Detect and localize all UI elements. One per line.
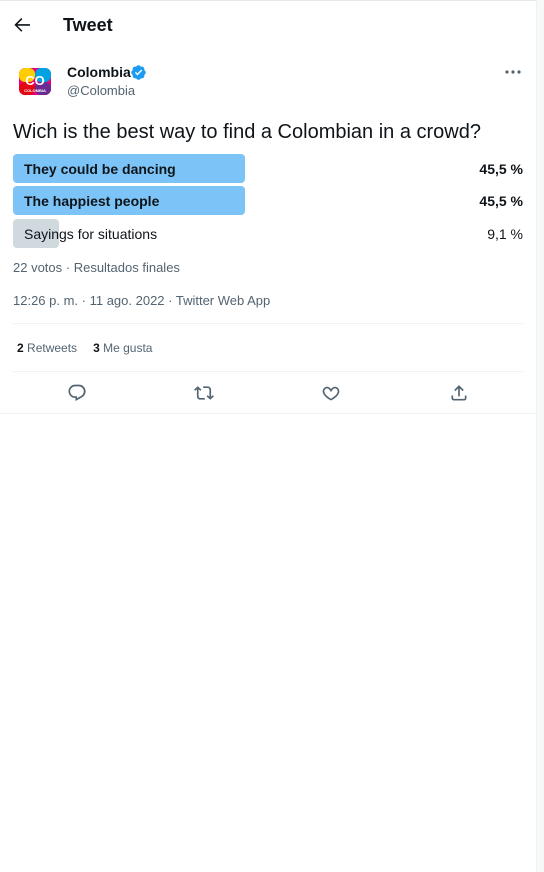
page-header: Tweet	[0, 1, 537, 51]
poll-option-percent: 45,5 %	[479, 161, 523, 177]
scroll-area	[537, 0, 544, 872]
action-bar	[13, 379, 523, 407]
reply-icon	[68, 384, 86, 401]
poll-option-percent: 45,5 %	[479, 193, 523, 209]
share-button[interactable]	[445, 379, 473, 407]
likes-link[interactable]: 3 Me gusta	[93, 341, 152, 355]
more-options-button[interactable]	[503, 63, 523, 81]
tweet-page: Tweet CO COLOMBIA Colombia @Colombia Wic…	[0, 0, 537, 872]
poll-option-label: Sayings for situations	[24, 226, 158, 242]
poll-option: Sayings for situations 9,1 %	[13, 219, 523, 248]
poll-summary: 22 votos · Resultados finales	[13, 260, 180, 275]
poll-option-percent: 9,1 %	[487, 226, 523, 242]
poll-option-label: The happiest people	[24, 193, 160, 209]
reply-button[interactable]	[63, 379, 91, 407]
avatar[interactable]: CO COLOMBIA	[14, 61, 56, 103]
colombia-logo-icon: CO COLOMBIA	[19, 68, 51, 95]
share-icon	[451, 385, 467, 401]
poll-option: They could be dancing 45,5 %	[13, 154, 523, 183]
page-title: Tweet	[63, 15, 113, 35]
retweets-label: Retweets	[27, 341, 78, 355]
like-button[interactable]	[317, 379, 345, 407]
more-dots-icon	[505, 70, 521, 74]
verified-badge-icon	[130, 64, 147, 81]
engagement-stats: 2 Retweets 3 Me gusta	[17, 341, 152, 355]
svg-text:CO: CO	[25, 73, 45, 88]
retweet-button[interactable]	[190, 379, 218, 407]
back-button[interactable]	[10, 13, 34, 37]
heart-icon	[322, 386, 340, 401]
divider	[0, 413, 537, 414]
arrow-left-icon	[14, 18, 30, 32]
retweets-link[interactable]: 2 Retweets	[17, 341, 77, 355]
tweet-text: Wich is the best way to find a Colombian…	[13, 121, 481, 143]
poll-option: The happiest people 45,5 %	[13, 186, 523, 215]
retweet-icon	[194, 386, 214, 400]
likes-label: Me gusta	[103, 341, 153, 355]
divider	[13, 371, 523, 372]
author-handle[interactable]: @Colombia	[67, 83, 135, 98]
divider	[13, 323, 523, 324]
poll-option-label: They could be dancing	[24, 161, 176, 177]
author-name[interactable]: Colombia	[67, 64, 131, 80]
tweet-timestamp[interactable]: 12:26 p. m. · 11 ago. 2022 · Twitter Web…	[13, 293, 270, 308]
svg-text:COLOMBIA: COLOMBIA	[24, 88, 46, 93]
retweets-count: 2	[17, 341, 24, 355]
likes-count: 3	[93, 341, 100, 355]
